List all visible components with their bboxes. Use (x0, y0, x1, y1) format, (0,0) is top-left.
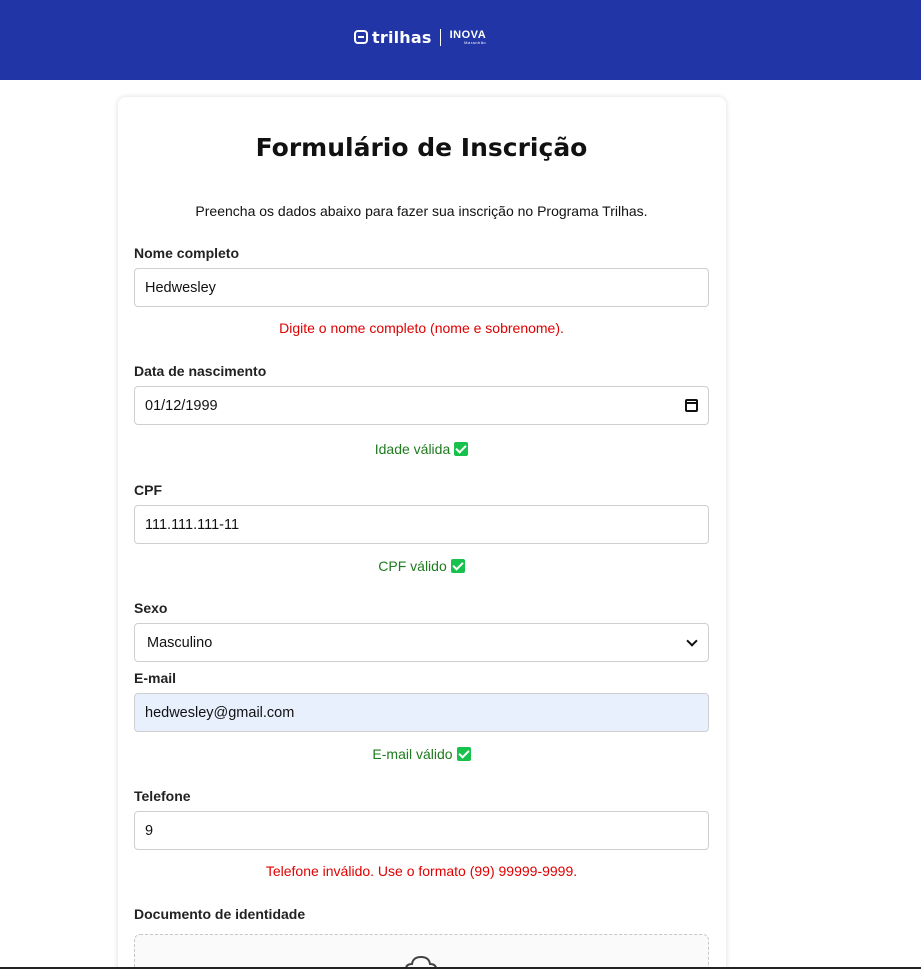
sexo-selected-value: Masculino (147, 634, 213, 651)
inova-logo: INOVA Maranhão (449, 28, 487, 45)
check-icon (450, 559, 465, 573)
telefone-error-message: Telefone inválido. Use o formato (99) 99… (265, 863, 578, 879)
check-icon (456, 747, 471, 761)
trilhas-logo[interactable]: trilhas INOVA Maranhão (354, 26, 486, 48)
cpf-label: CPF (134, 482, 162, 498)
form-intro: Preencha os dados abaixo para fazer sua … (195, 203, 648, 219)
sexo-select[interactable]: Masculino (134, 623, 709, 662)
email-valid-message: E-mail válido (0, 746, 843, 762)
inova-logo-main: INOVA (449, 28, 487, 41)
check-icon (454, 442, 469, 456)
cpf-input[interactable]: 111.111.111-11 (134, 505, 709, 544)
email-valid-text: E-mail válido (372, 746, 453, 762)
sexo-label: Sexo (134, 600, 168, 616)
nome-input[interactable]: Hedwesley (134, 268, 709, 307)
logo-text: trilhas (372, 27, 432, 47)
nascimento-valid-message: Idade válida (0, 441, 843, 457)
telefone-label: Telefone (134, 788, 191, 804)
nascimento-valid-text: Idade válida (374, 441, 451, 457)
page-title: Formulário de Inscrição (255, 133, 588, 162)
chevron-down-icon (686, 634, 698, 647)
email-label: E-mail (134, 670, 177, 686)
nome-error-message: Digite o nome completo (nome e sobrenome… (279, 320, 564, 336)
telefone-value: 9 (145, 822, 154, 839)
nome-label: Nome completo (134, 245, 240, 261)
nascimento-label: Data de nascimento (134, 363, 267, 379)
top-header: trilhas INOVA Maranhão (0, 0, 921, 80)
cpf-value: 111.111.111-11 (145, 516, 240, 533)
nascimento-date-input[interactable]: 01/12/1999 (134, 386, 709, 425)
cpf-valid-text: CPF válido (378, 558, 447, 574)
trilhas-logo-icon (354, 30, 368, 44)
inova-logo-sub: Maranhão (464, 39, 487, 45)
nascimento-value: 01/12/1999 (145, 397, 218, 414)
nome-value: Hedwesley (145, 279, 216, 296)
calendar-icon[interactable] (685, 399, 698, 412)
cpf-valid-message: CPF válido (0, 558, 843, 574)
email-value: hedwesley@gmail.com (145, 704, 295, 721)
email-input[interactable]: hedwesley@gmail.com (134, 693, 709, 732)
telefone-input[interactable]: 9 (134, 811, 709, 850)
logo-divider (439, 28, 441, 46)
documento-label: Documento de identidade (134, 906, 306, 922)
